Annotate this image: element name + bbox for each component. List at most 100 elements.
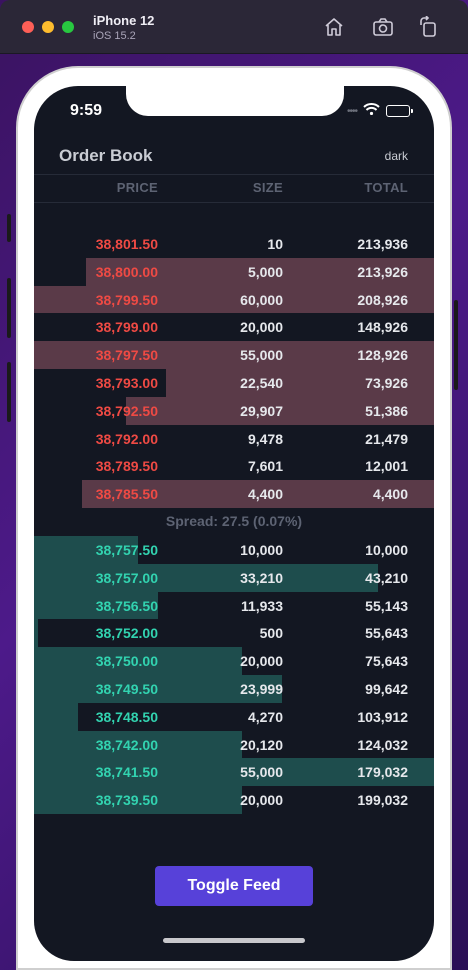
close-window-button[interactable] [22, 21, 34, 33]
ask-size: 20,000 [240, 319, 283, 336]
ask-size: 5,000 [247, 263, 283, 280]
bid-size: 23,999 [240, 680, 283, 697]
bid-price: 38,742.00 [95, 736, 158, 753]
home-icon[interactable] [323, 16, 345, 38]
bid-size: 20,120 [240, 736, 283, 753]
bid-depth-bar [34, 619, 38, 648]
bid-price: 38,757.00 [95, 569, 158, 586]
bid-price: 38,750.00 [95, 653, 158, 670]
column-header-price: PRICE [116, 180, 158, 195]
bid-row: 38,741.50 55,000 179,032 [34, 758, 434, 787]
ask-total: 4,400 [372, 486, 408, 503]
ask-total: 213,926 [357, 263, 408, 280]
ask-size: 7,601 [247, 458, 283, 475]
spread-label: Spread: 27.5 (0.07%) [165, 512, 303, 529]
status-time: 9:59 [70, 102, 103, 119]
ask-price: 38,799.00 [95, 319, 158, 336]
ask-price: 38,797.50 [95, 347, 158, 364]
minimize-window-button[interactable] [42, 21, 54, 33]
notch [126, 86, 344, 116]
bid-price: 38,748.50 [95, 708, 158, 725]
ask-price: 38,793.00 [95, 374, 158, 391]
bid-total: 179,032 [357, 764, 408, 781]
zoom-window-button[interactable] [62, 21, 74, 33]
ask-size: 55,000 [240, 347, 283, 364]
ask-row: 38,792.00 9,478 21,479 [34, 425, 434, 453]
bid-size: 4,270 [247, 708, 283, 725]
bid-price: 38,749.50 [95, 680, 158, 697]
device-name: iPhone 12 [93, 13, 155, 28]
bid-total: 75,643 [365, 653, 408, 670]
order-book-header: Order Book dark [34, 142, 434, 174]
bid-total: 43,210 [365, 569, 408, 586]
ask-row: 38,785.50 4,400 4,400 [34, 480, 434, 508]
volume-down-button [7, 362, 11, 422]
rotate-icon[interactable] [418, 15, 440, 38]
ask-total: 21,479 [365, 430, 408, 447]
ask-total: 128,926 [357, 347, 408, 364]
bid-row: 38,756.50 11,933 55,143 [34, 591, 434, 620]
bid-row: 38,749.50 23,999 99,642 [34, 674, 434, 703]
toggle-feed-button[interactable]: Toggle Feed [155, 866, 313, 906]
bid-row: 38,742.00 20,120 124,032 [34, 730, 434, 759]
ask-row: 38,800.00 5,000 213,926 [34, 257, 434, 286]
ask-price: 38,800.00 [95, 263, 158, 280]
bid-size: 10,000 [240, 541, 283, 558]
ask-price: 38,792.00 [95, 430, 158, 447]
bid-price: 38,739.50 [95, 792, 158, 809]
bid-price: 38,741.50 [95, 764, 158, 781]
ask-total: 213,936 [357, 236, 408, 252]
ask-price: 38,801.50 [95, 236, 158, 252]
power-button [454, 300, 458, 390]
ask-row: 38,801.50 10 213,936 [34, 230, 434, 258]
bid-size: 20,000 [240, 653, 283, 670]
bid-price: 38,752.00 [95, 625, 158, 642]
ask-row: 38,799.00 20,000 148,926 [34, 313, 434, 341]
bid-row: 38,739.50 20,000 199,032 [34, 786, 434, 814]
bid-price: 38,756.50 [95, 597, 158, 614]
column-header-size: SIZE [252, 180, 283, 195]
bid-size: 500 [259, 625, 283, 642]
ask-row: 38,792.50 29,907 51,386 [34, 396, 434, 425]
bid-row: 38,757.00 33,210 43,210 [34, 563, 434, 592]
asks-list: 38,801.50 10 213,936 38,800.00 5,000 213,926 3… [34, 230, 434, 508]
ask-price: 38,799.50 [95, 291, 158, 308]
bid-depth-bar [34, 563, 378, 592]
ask-price: 38,789.50 [95, 458, 158, 475]
ask-total: 51,386 [365, 402, 408, 419]
simulator-toolbar: iPhone 12 iOS 15.2 [0, 0, 468, 54]
os-version: iOS 15.2 [93, 30, 136, 42]
ask-price: 38,785.50 [95, 486, 158, 503]
header-divider [34, 174, 434, 175]
bid-size: 20,000 [240, 792, 283, 809]
bid-price: 38,757.50 [95, 541, 158, 558]
bid-size: 33,210 [240, 569, 283, 586]
bid-total: 103,912 [357, 708, 408, 725]
status-icons: •••• [346, 102, 413, 120]
ask-size: 22,540 [240, 374, 283, 391]
ask-row: 38,789.50 7,601 12,001 [34, 452, 434, 480]
bid-total: 10,000 [365, 541, 408, 558]
ask-price: 38,792.50 [95, 402, 158, 419]
bid-row: 38,757.50 10,000 10,000 [34, 535, 434, 564]
bid-total: 55,643 [365, 625, 408, 642]
ask-row: 38,797.50 55,000 128,926 [34, 341, 434, 369]
bid-depth-bar [34, 702, 78, 731]
bid-total: 124,032 [357, 736, 408, 753]
order-book-list: 38,801.50 10 213,936 38,800.00 5,000 213,926 3… [34, 230, 434, 814]
ask-size: 9,478 [247, 430, 283, 447]
screenshot-icon[interactable] [372, 16, 394, 38]
ask-total: 12,001 [365, 458, 408, 475]
bid-total: 199,032 [357, 792, 408, 809]
signal-icon: •••• [346, 105, 358, 117]
page-title: Order Book [59, 146, 153, 165]
bid-row: 38,750.00 20,000 75,643 [34, 647, 434, 675]
bids-list: 38,757.50 10,000 10,000 38,757.00 33,210 43,2… [34, 535, 434, 814]
ask-total: 148,926 [357, 319, 408, 336]
ask-size: 4,400 [247, 486, 283, 503]
volume-up-button [7, 278, 11, 338]
ask-size: 29,907 [240, 402, 283, 419]
bid-row: 38,752.00 500 55,643 [34, 619, 434, 648]
bid-row: 38,748.50 4,270 103,912 [34, 702, 434, 731]
ask-size: 60,000 [240, 291, 283, 308]
